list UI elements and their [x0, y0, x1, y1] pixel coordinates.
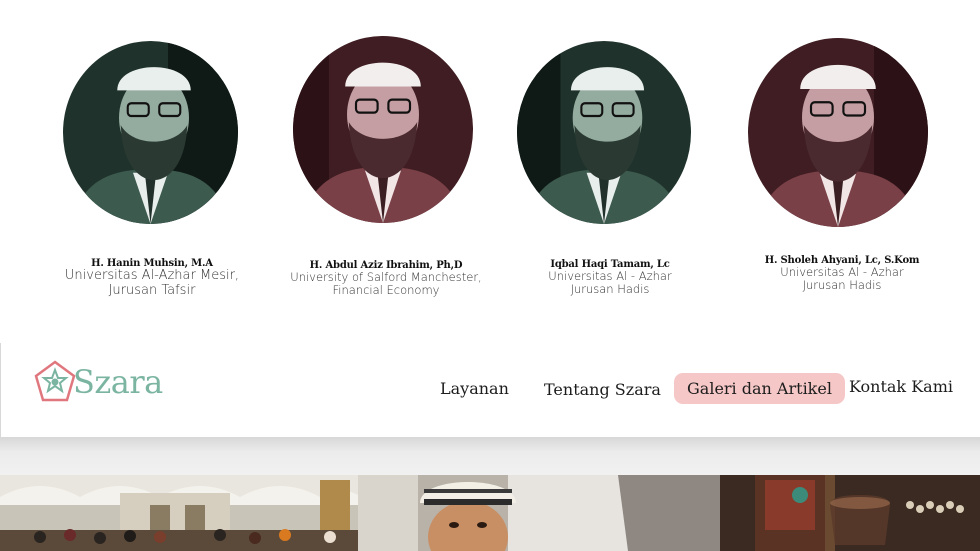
- lantern-tea-photo-icon: [720, 475, 980, 551]
- portrait-photo: [517, 41, 691, 224]
- member-caption: Iqbal Haqi Tamam, Lc Universitas Al - Az…: [510, 259, 710, 296]
- gallery-tile[interactable]: [720, 475, 980, 551]
- nav-layanan[interactable]: Layanan: [440, 379, 509, 398]
- site-logo-link[interactable]: Szara: [33, 357, 173, 407]
- portrait-photo: [63, 41, 238, 224]
- portrait-photo: [748, 38, 928, 227]
- section-divider: [0, 437, 980, 475]
- member-major: Jurusan Hadis: [802, 278, 882, 293]
- team-section: H. Hanin Muhsin, M.A Universitas Al-Azha…: [0, 0, 980, 340]
- member-caption: H. Abdul Aziz Ibrahim, Ph,D University o…: [286, 260, 486, 297]
- site-header: Szara Layanan Tentang Szara Galeri dan A…: [0, 343, 980, 437]
- member-major: Jurusan Tafsir: [108, 282, 196, 298]
- member-major: Jurusan Hadis: [570, 282, 650, 297]
- pentagon-star-logo-icon: [34, 360, 76, 402]
- member-caption: H. Sholeh Ahyani, Lc, S.Kom Universitas …: [742, 255, 942, 292]
- nav-kontak-kami[interactable]: Kontak Kami: [849, 377, 953, 396]
- member-caption: H. Hanin Muhsin, M.A Universitas Al-Azha…: [52, 258, 252, 298]
- member-major: Financial Economy: [332, 283, 440, 298]
- child-reading-photo-icon: [358, 475, 720, 551]
- gallery-tile[interactable]: [358, 475, 720, 551]
- gallery-tile[interactable]: [0, 475, 358, 551]
- nav-galeri-dan-artikel[interactable]: Galeri dan Artikel: [674, 373, 845, 404]
- gallery-strip: [0, 475, 980, 551]
- nav-tentang-szara[interactable]: Tentang Szara: [544, 380, 661, 399]
- member-university: Universitas Al-Azhar Mesir,: [64, 268, 240, 284]
- portrait-photo: [293, 36, 473, 223]
- logo-text: Szara: [73, 363, 163, 401]
- mosque-crowd-photo-icon: [0, 475, 358, 551]
